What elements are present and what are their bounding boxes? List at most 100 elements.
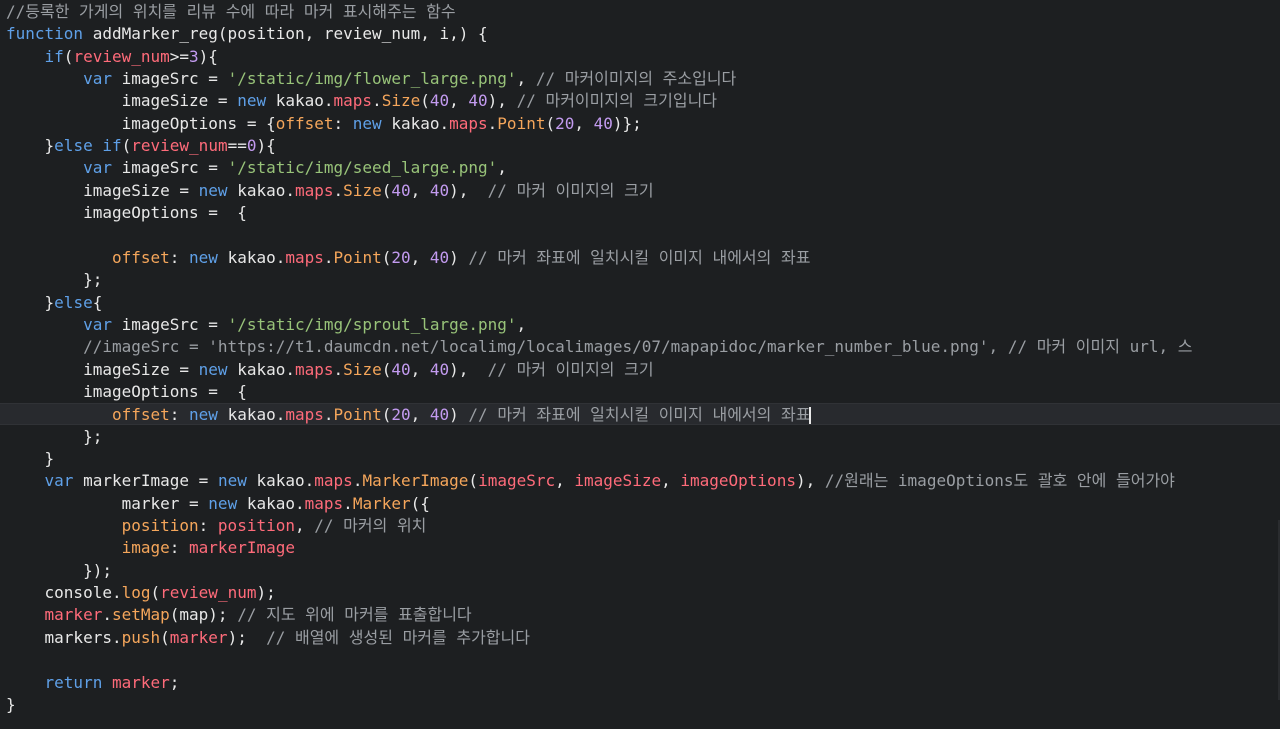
code-token-plain: kakao. bbox=[246, 471, 315, 491]
code-line[interactable]: var imageSrc = '/static/img/flower_large… bbox=[0, 68, 1280, 90]
code-line[interactable]: var markerImage = new kakao.maps.MarkerI… bbox=[0, 470, 1280, 492]
code-token-property: Size bbox=[343, 359, 382, 379]
code-line[interactable]: function addMarker_reg(position, review_… bbox=[0, 23, 1280, 45]
code-line[interactable]: var imageSrc = '/static/img/sprout_large… bbox=[0, 314, 1280, 336]
code-token-variable: maps bbox=[304, 493, 344, 513]
code-token-plain: == bbox=[227, 136, 247, 156]
code-token-plain: ), bbox=[795, 471, 825, 491]
code-token-keyword: new bbox=[198, 180, 228, 200]
code-token-number: 40 bbox=[429, 247, 450, 267]
code-token-plain: } bbox=[6, 449, 55, 468]
code-line[interactable]: //등록한 가게의 위치를 리뷰 수에 따라 마커 표시해주는 함수 bbox=[0, 1, 1280, 23]
code-token-keyword: var bbox=[83, 158, 112, 178]
code-token-plain: addMarker_reg(position, review_num, i,) … bbox=[83, 24, 488, 44]
code-token-keyword: var bbox=[83, 69, 112, 89]
code-token-plain: . bbox=[352, 471, 363, 491]
code-token-plain: . bbox=[323, 247, 334, 267]
code-token-property: offset bbox=[275, 113, 334, 133]
code-token-plain: , bbox=[410, 247, 430, 267]
code-line[interactable]: imageOptions = { bbox=[0, 381, 1280, 403]
code-line[interactable]: image: markerImage bbox=[0, 537, 1280, 559]
code-token-plain: imageSrc = bbox=[111, 158, 228, 178]
code-line[interactable]: imageOptions = { bbox=[0, 202, 1280, 224]
code-token-plain: ( bbox=[381, 405, 392, 425]
code-token-plain: )}; bbox=[612, 113, 642, 133]
code-line[interactable]: marker.setMap(map); // 지도 위에 마커를 표출합니다 bbox=[0, 604, 1280, 626]
code-token-property: offset bbox=[111, 405, 170, 425]
code-token-plain: . bbox=[333, 359, 344, 379]
code-token-property: setMap bbox=[111, 605, 170, 625]
code-token-plain: console. bbox=[6, 583, 122, 603]
code-line[interactable]: imageSize = new kakao.maps.Size(40, 40),… bbox=[0, 180, 1280, 202]
code-token-plain: . bbox=[323, 405, 334, 425]
code-token-number: 40 bbox=[429, 405, 450, 425]
code-line[interactable]: }else{ bbox=[0, 292, 1280, 314]
code-line[interactable]: return marker; bbox=[0, 672, 1280, 694]
code-token-plain: , bbox=[410, 405, 430, 425]
code-token-keyword: else bbox=[54, 292, 93, 312]
code-line[interactable]: imageSize = new kakao.maps.Size(40, 40),… bbox=[0, 359, 1280, 381]
code-token-number: 20 bbox=[391, 247, 411, 267]
code-line[interactable]: console.log(review_num); bbox=[0, 582, 1280, 604]
code-token-property: offset bbox=[111, 247, 170, 267]
code-token-property: push bbox=[121, 627, 161, 647]
code-line[interactable]: }; bbox=[0, 426, 1280, 448]
code-token-plain: , bbox=[449, 91, 469, 111]
code-line[interactable] bbox=[0, 649, 1280, 671]
code-token-keyword: var bbox=[44, 471, 74, 491]
code-token-property: Size bbox=[381, 91, 421, 111]
code-token-keyword: new bbox=[198, 359, 228, 379]
code-line[interactable]: } bbox=[0, 448, 1280, 470]
code-token-keyword: return bbox=[44, 672, 103, 692]
code-token-keyword: new bbox=[352, 113, 382, 133]
code-line[interactable]: }else if(review_num==0){ bbox=[0, 135, 1280, 157]
code-token-comment: //등록한 가게의 위치를 리뷰 수에 따라 마커 표시해주는 함수 bbox=[6, 2, 456, 21]
code-token-comment: // 배열에 생성된 마커를 추가합니다 bbox=[266, 627, 530, 647]
code-token-string: '/static/img/flower_large.png' bbox=[227, 69, 517, 89]
code-token-string: '/static/img/sprout_large.png' bbox=[227, 314, 517, 334]
code-token-plain: >= bbox=[169, 46, 190, 66]
code-token-number: 20 bbox=[391, 405, 411, 425]
code-line[interactable]: imageOptions = {offset: new kakao.maps.P… bbox=[0, 113, 1280, 135]
code-token-variable: review_num bbox=[131, 136, 228, 156]
code-line[interactable] bbox=[0, 225, 1280, 247]
code-token-plain: imageSize = bbox=[6, 359, 199, 379]
code-line[interactable]: markers.push(marker); // 배열에 생성된 마커를 추가합… bbox=[0, 627, 1280, 649]
code-token-property: log bbox=[121, 583, 151, 603]
code-token-comment: // 마커 이미지의 크기 bbox=[487, 359, 654, 379]
code-token-keyword: if bbox=[102, 136, 122, 156]
code-token-plain: : bbox=[169, 405, 190, 425]
code-line-current[interactable]: offset: new kakao.maps.Point(20, 40) // … bbox=[0, 403, 1280, 426]
code-line[interactable]: }); bbox=[0, 560, 1280, 582]
code-token-keyword: function bbox=[6, 24, 84, 44]
code-token-variable: maps bbox=[333, 91, 373, 111]
code-token-plain: ( bbox=[381, 359, 392, 379]
code-token-plain: : bbox=[169, 247, 190, 267]
code-token-plain: ( bbox=[468, 471, 479, 491]
code-token-plain: kakao. bbox=[217, 405, 286, 425]
code-line[interactable]: marker = new kakao.maps.Marker({ bbox=[0, 493, 1280, 515]
code-token-plain: , bbox=[294, 516, 315, 536]
code-line[interactable]: } bbox=[0, 694, 1280, 716]
code-editor[interactable]: //등록한 가게의 위치를 리뷰 수에 따라 마커 표시해주는 함수 functi… bbox=[0, 0, 1280, 729]
code-token-number: 40 bbox=[429, 91, 450, 111]
code-line[interactable]: offset: new kakao.maps.Point(20, 40) // … bbox=[0, 247, 1280, 269]
code-token-plain: kakao. bbox=[237, 493, 305, 513]
code-token-plain: imageSize = bbox=[6, 91, 238, 111]
code-line[interactable]: if(review_num>=3){ bbox=[0, 46, 1280, 68]
code-line[interactable]: imageSize = new kakao.maps.Size(40, 40),… bbox=[0, 90, 1280, 112]
code-token-keyword: new bbox=[237, 91, 267, 111]
code-token-property: image bbox=[121, 538, 170, 558]
code-line[interactable]: position: position, // 마커의 위치 bbox=[0, 515, 1280, 537]
code-line[interactable]: var imageSrc = '/static/img/seed_large.p… bbox=[0, 157, 1280, 179]
code-token-keyword: new bbox=[189, 405, 218, 425]
code-line[interactable]: }; bbox=[0, 269, 1280, 291]
code-line[interactable]: //imageSrc = 'https://t1.daumcdn.net/loc… bbox=[0, 336, 1280, 358]
code-token-plain: imageSrc = bbox=[111, 69, 228, 89]
code-token-variable: imageSize bbox=[574, 471, 662, 491]
